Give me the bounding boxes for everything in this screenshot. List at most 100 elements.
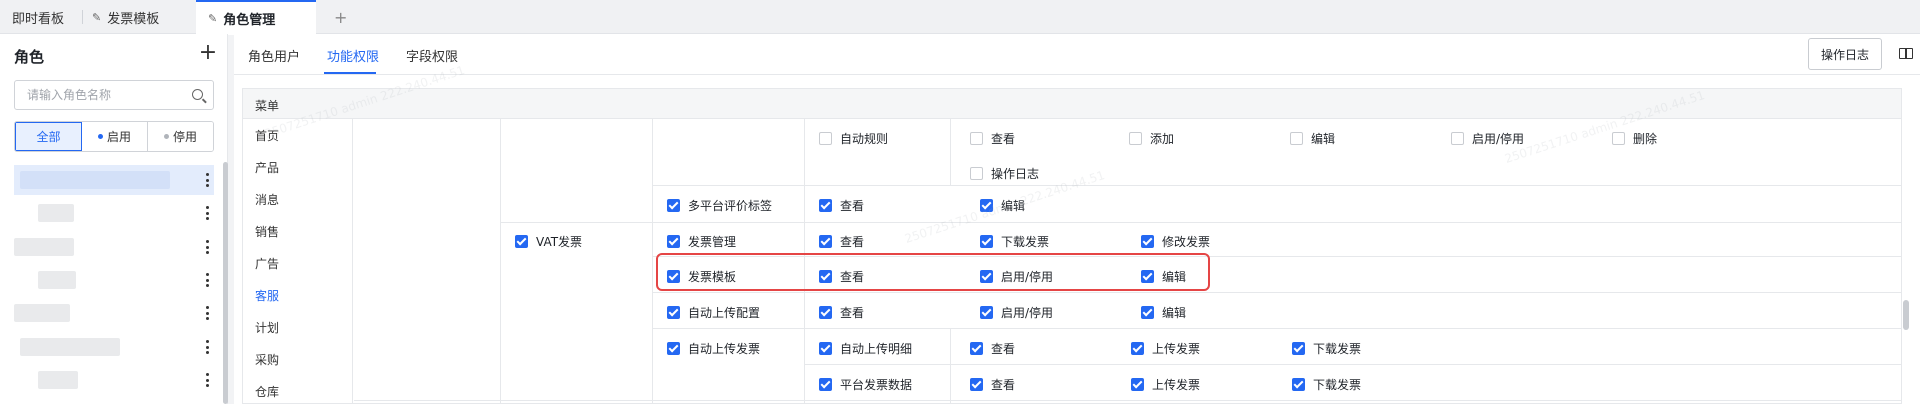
more-icon[interactable] [200, 170, 214, 190]
perm-add[interactable]: 添加 [1129, 130, 1174, 147]
tab-dashboard[interactable]: 即时看板 [12, 0, 64, 34]
tab-role-management[interactable]: ✎ 角色管理 [196, 0, 316, 35]
perm-upload-invoice[interactable]: 上传发票 [1131, 340, 1200, 357]
pin-icon: ✎ [208, 12, 218, 25]
book-icon[interactable] [1899, 48, 1913, 59]
pin-icon: ✎ [92, 10, 102, 24]
tab-invoice-template[interactable]: ✎ 发票模板 [92, 0, 159, 34]
menu-item-product[interactable]: 产品 [255, 159, 279, 176]
more-icon[interactable] [200, 237, 214, 257]
tab-label: 发票模板 [107, 11, 160, 27]
perm-auto-upload-detail[interactable]: 自动上传明细 [819, 340, 912, 357]
perm-platform-invoice-data[interactable]: 平台发票数据 [819, 376, 912, 393]
checkbox-icon [667, 342, 680, 355]
perm-vat-invoice[interactable]: VAT发票 [515, 233, 582, 250]
more-icon[interactable] [200, 303, 214, 323]
more-icon[interactable] [200, 337, 214, 357]
redacted-role-name [38, 371, 78, 389]
role-list-item[interactable] [14, 232, 214, 262]
checkbox-icon [1292, 342, 1305, 355]
highlight-box [656, 253, 1210, 291]
role-list-item[interactable] [14, 265, 214, 295]
column-divider [500, 119, 501, 403]
redacted-role-name [20, 338, 120, 356]
row-divider [652, 292, 1901, 293]
filter-all[interactable]: 全部 [15, 122, 82, 151]
row-divider [354, 400, 1901, 401]
perm-upload-invoice[interactable]: 上传发票 [1131, 376, 1200, 393]
status-filter: 全部 启用 停用 [14, 121, 214, 152]
menu-item-customer-service[interactable]: 客服 [255, 287, 279, 304]
perm-view[interactable]: 查看 [970, 340, 1015, 357]
perm-view[interactable]: 查看 [819, 233, 864, 250]
divider [234, 74, 1920, 75]
menu-item-message[interactable]: 消息 [255, 191, 279, 208]
menu-item-purchase[interactable]: 采购 [255, 351, 279, 368]
perm-toggle[interactable]: 启用/停用 [980, 304, 1053, 321]
operation-log-button[interactable]: 操作日志 [1808, 38, 1882, 70]
role-list-item[interactable] [14, 298, 214, 328]
menu-item-ads[interactable]: 广告 [255, 255, 279, 272]
redacted-role-name [14, 304, 70, 322]
checkbox-icon [1131, 378, 1144, 391]
perm-toggle[interactable]: 启用/停用 [1451, 130, 1524, 147]
checkbox-icon [1292, 378, 1305, 391]
checkbox-icon [1612, 132, 1625, 145]
sidebar-scrollbar[interactable] [223, 162, 228, 404]
search-icon[interactable] [192, 89, 203, 100]
menu-item-plan[interactable]: 计划 [255, 319, 279, 336]
menu-item-sales[interactable]: 销售 [255, 223, 279, 240]
perm-invoice-management[interactable]: 发票管理 [667, 233, 736, 250]
checkbox-icon [819, 199, 832, 212]
perm-modify-invoice[interactable]: 修改发票 [1141, 233, 1210, 250]
role-list-item[interactable] [14, 332, 214, 362]
tab-label: 角色管理 [223, 13, 276, 28]
perm-operation-log[interactable]: 操作日志 [970, 165, 1039, 182]
checkbox-icon [819, 132, 832, 145]
subtab-field-permissions[interactable]: 字段权限 [406, 46, 458, 65]
perm-view[interactable]: 查看 [970, 376, 1015, 393]
role-search-box [14, 80, 214, 110]
filter-enabled[interactable]: 启用 [82, 122, 148, 151]
more-icon[interactable] [200, 270, 214, 290]
role-list-item[interactable] [14, 198, 214, 228]
role-search-input[interactable] [15, 81, 175, 109]
role-list-item[interactable] [14, 365, 214, 395]
checkbox-icon [970, 132, 983, 145]
perm-download-invoice[interactable]: 下载发票 [1292, 376, 1361, 393]
perm-auto-rules[interactable]: 自动规则 [819, 130, 888, 147]
tab-bar: 即时看板 ✎ 发票模板 ✎ 角色管理 + [0, 0, 1920, 35]
add-tab-button[interactable]: + [334, 0, 347, 34]
checkbox-icon [1290, 132, 1303, 145]
checkbox-icon [667, 306, 680, 319]
more-icon[interactable] [200, 370, 214, 390]
checkbox-icon [667, 199, 680, 212]
add-role-button[interactable]: + [198, 40, 218, 65]
perm-delete[interactable]: 删除 [1612, 130, 1657, 147]
perm-download-invoice[interactable]: 下载发票 [980, 233, 1049, 250]
role-list-item[interactable] [14, 165, 214, 195]
disabled-dot-icon [163, 134, 169, 139]
perm-auto-upload-invoice[interactable]: 自动上传发票 [667, 340, 760, 357]
perm-multi-platform-tags[interactable]: 多平台评价标签 [667, 197, 772, 214]
perm-download-invoice[interactable]: 下载发票 [1292, 340, 1361, 357]
menu-item-warehouse[interactable]: 仓库 [255, 383, 279, 400]
perm-auto-upload-config[interactable]: 自动上传配置 [667, 304, 760, 321]
subtab-role-users[interactable]: 角色用户 [248, 46, 300, 65]
perm-edit[interactable]: 编辑 [1141, 304, 1186, 321]
enabled-dot-icon [97, 134, 103, 139]
content-scrollbar[interactable] [1903, 300, 1909, 330]
perm-view[interactable]: 查看 [970, 130, 1015, 147]
perm-edit[interactable]: 编辑 [1290, 130, 1335, 147]
tab-divider [82, 10, 83, 24]
filter-disabled[interactable]: 停用 [148, 122, 213, 151]
perm-view[interactable]: 查看 [819, 197, 864, 214]
checkbox-icon [819, 378, 832, 391]
perm-edit[interactable]: 编辑 [980, 197, 1025, 214]
row-divider [652, 328, 1901, 329]
perm-view[interactable]: 查看 [819, 304, 864, 321]
more-icon[interactable] [200, 203, 214, 223]
menu-item-home[interactable]: 首页 [255, 127, 279, 144]
subtab-function-permissions[interactable]: 功能权限 [327, 46, 379, 65]
permission-panel: 菜单 首页 产品 消息 销售 广告 客服 计划 采购 仓库 自动规则 查看 添加… [242, 88, 1902, 404]
